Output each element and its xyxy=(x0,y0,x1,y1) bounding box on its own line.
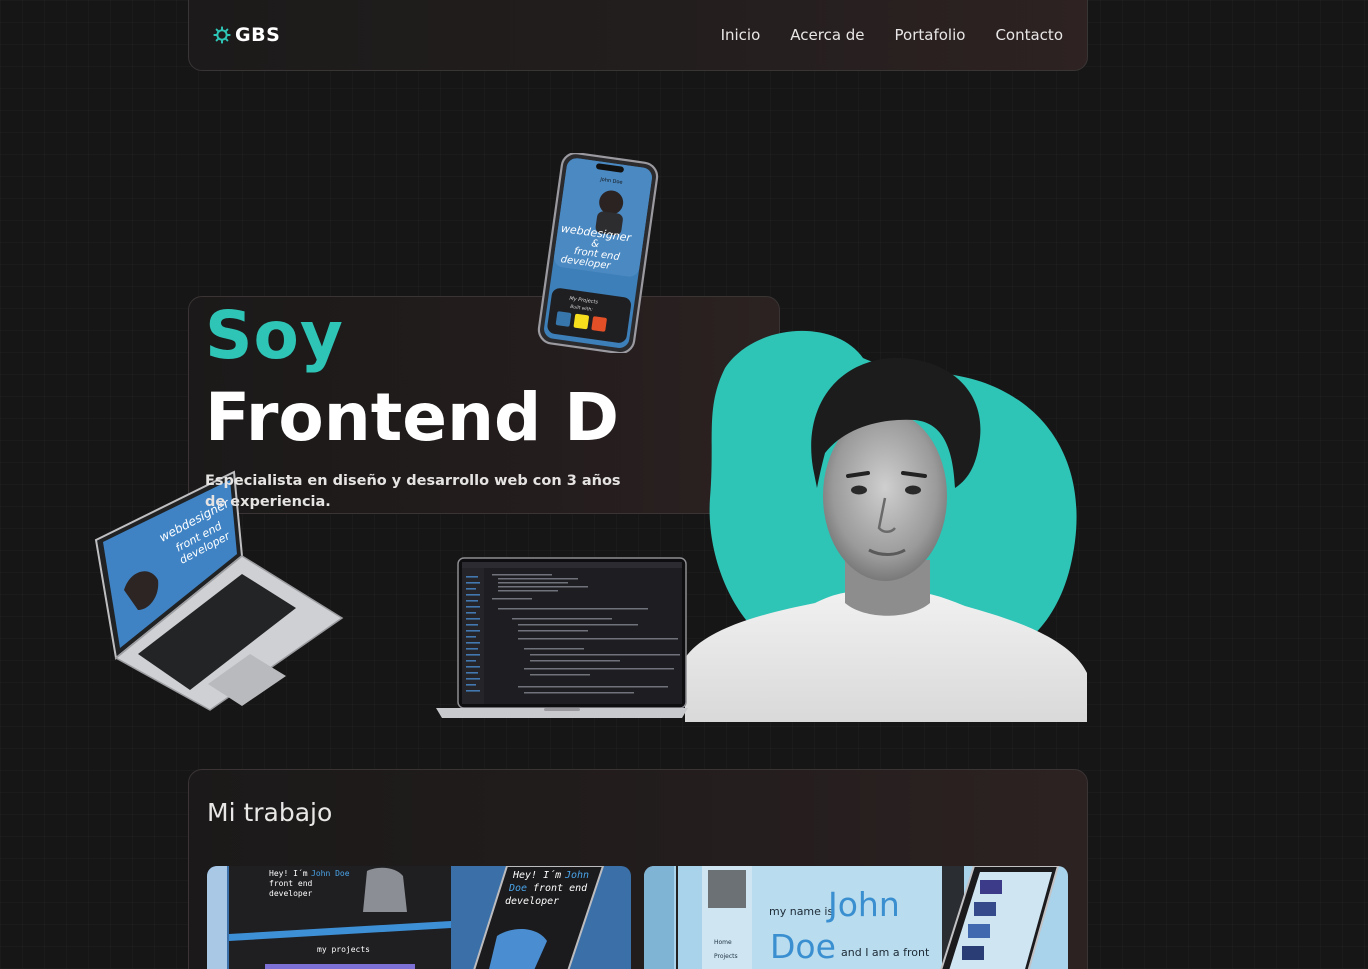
thumb1-greeting-b: front end xyxy=(269,879,313,888)
thumb1-side-c: front end xyxy=(533,883,588,894)
hero-title: Frontend D xyxy=(205,379,620,456)
thumb2-first-name: John xyxy=(826,885,900,924)
navbar: GBS Inicio Acerca de Portafolio Contacto xyxy=(188,0,1088,71)
thumb2-menu-1: Home xyxy=(714,939,732,946)
thumb1-projects-label: my projects xyxy=(317,945,370,954)
brand-logo[interactable]: GBS xyxy=(213,24,280,46)
nav-link-acerca[interactable]: Acerca de xyxy=(790,26,864,44)
nav-links: Inicio Acerca de Portafolio Contacto xyxy=(721,26,1063,44)
thumb2-suffix: and I am a front xyxy=(841,946,930,959)
thumb2-menu-2: Projects xyxy=(714,953,738,960)
thumb2-last-name: Doe xyxy=(770,927,836,966)
hero-intro: Soy xyxy=(205,297,344,374)
nav-link-portafolio[interactable]: Portafolio xyxy=(895,26,966,44)
thumb2-prefix: my name is xyxy=(769,905,833,918)
laptop-mockup-code xyxy=(436,557,688,718)
project-card-2[interactable]: Home Projects my name is John Doe and I … xyxy=(644,866,1068,969)
gear-icon xyxy=(213,25,231,44)
thumb1-greeting-a: Hey! I´m xyxy=(269,868,308,878)
thumb1-greeting-c: developer xyxy=(269,889,313,898)
brand-name: GBS xyxy=(235,23,281,46)
work-title: Mi trabajo xyxy=(207,798,333,827)
hero-description: Especialista en diseño y desarrollo web … xyxy=(205,473,621,510)
nav-link-inicio[interactable]: Inicio xyxy=(721,26,761,44)
project-card-1[interactable]: Hey! I´m John Doe front end developer my… xyxy=(207,866,631,969)
thumb1-side-name: John xyxy=(564,870,589,881)
profile-portrait xyxy=(685,330,1087,722)
thumb1-greeting-name: John Doe xyxy=(311,869,350,878)
phone-mockup: John Doe webdesigner & front end develop… xyxy=(537,153,659,353)
thumb1-side-d: developer xyxy=(505,896,559,907)
nav-link-contacto[interactable]: Contacto xyxy=(995,26,1063,44)
thumb1-side-b: Doe xyxy=(508,883,527,894)
thumb1-side-a: Hey! I´m xyxy=(512,869,561,881)
